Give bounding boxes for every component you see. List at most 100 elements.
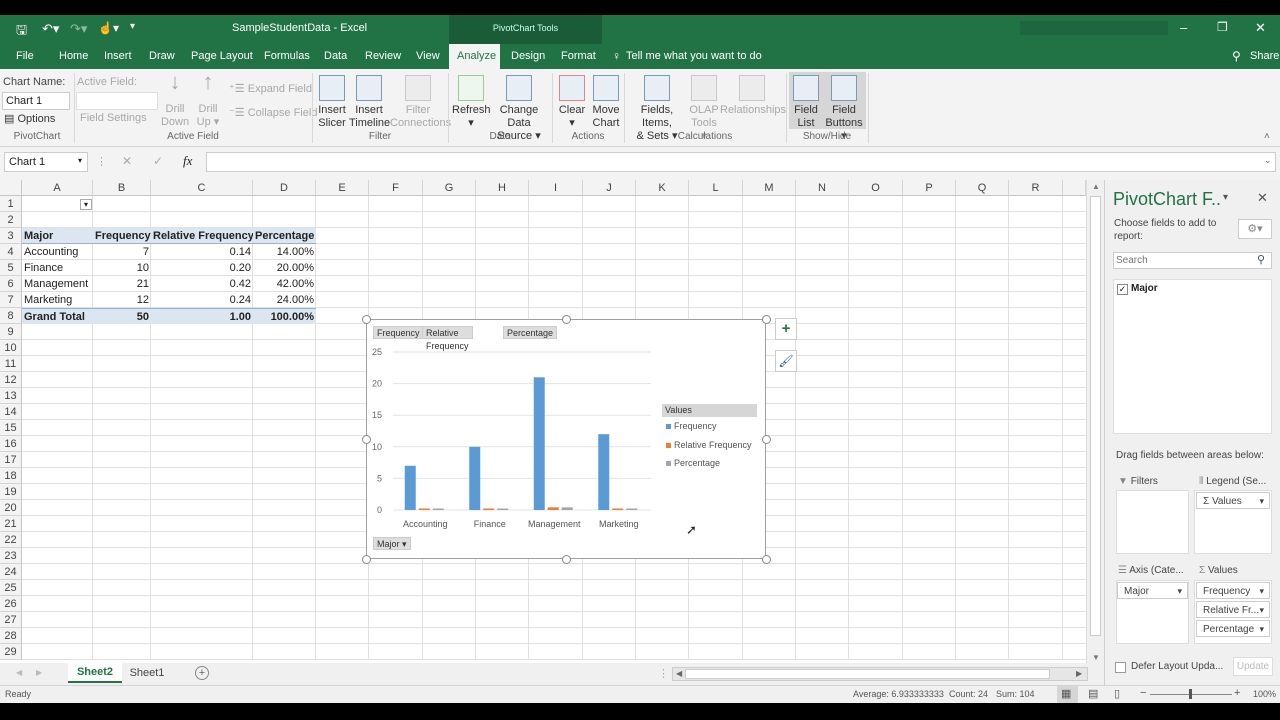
- status-average[interactable]: Average: 6.933333333: [853, 689, 944, 699]
- tab-format[interactable]: Format: [553, 44, 604, 69]
- resize-handle[interactable]: [562, 315, 571, 324]
- row-header-23[interactable]: 23: [0, 548, 22, 564]
- pivot-cell[interactable]: 24.00%: [253, 292, 316, 308]
- cancel-icon[interactable]: ✕: [122, 154, 132, 168]
- column-header-O[interactable]: O: [849, 180, 903, 196]
- legend-item-values[interactable]: Σ Values: [1196, 492, 1270, 510]
- column-header-P[interactable]: P: [903, 180, 956, 196]
- resize-handle[interactable]: [362, 315, 371, 324]
- share-button[interactable]: Share: [1242, 44, 1280, 69]
- row-header-9[interactable]: 9: [0, 324, 22, 340]
- row-header-16[interactable]: 16: [0, 436, 22, 452]
- tell-me-search[interactable]: Tell me what you want to do: [618, 44, 770, 69]
- collapse-ribbon-icon[interactable]: ˄: [1264, 131, 1270, 142]
- clear-button[interactable]: Clear ▾: [556, 75, 588, 130]
- tab-split-grip-icon[interactable]: ⋮: [658, 667, 669, 680]
- row-header-27[interactable]: 27: [0, 612, 22, 628]
- column-header-I[interactable]: I: [529, 180, 583, 196]
- field-checkbox-major[interactable]: ✓: [1117, 284, 1128, 295]
- tab-review[interactable]: Review: [357, 44, 409, 69]
- minimize-icon[interactable]: –: [1180, 20, 1187, 35]
- row-header-22[interactable]: 22: [0, 532, 22, 548]
- search-icon[interactable]: ⚲: [1257, 253, 1265, 266]
- insert-function-icon[interactable]: fx: [183, 153, 192, 169]
- update-button[interactable]: Update: [1233, 657, 1273, 676]
- row-header-5[interactable]: 5: [0, 260, 22, 276]
- page-break-view-icon[interactable]: ▯: [1114, 687, 1120, 700]
- pane-close-icon[interactable]: ✕: [1257, 190, 1268, 206]
- pane-options-dropdown-icon[interactable]: ▾: [1223, 192, 1228, 203]
- tab-file[interactable]: File: [8, 44, 42, 69]
- column-header-N[interactable]: N: [796, 180, 849, 196]
- column-header-L[interactable]: L: [689, 180, 743, 196]
- formula-input[interactable]: [206, 152, 1276, 172]
- row-header-13[interactable]: 13: [0, 388, 22, 404]
- chart-name-input[interactable]: Chart 1: [2, 92, 70, 110]
- zoom-in-icon[interactable]: +: [1234, 687, 1240, 699]
- status-sum[interactable]: Sum: 104: [996, 689, 1035, 699]
- field-name-major[interactable]: Major: [1131, 283, 1158, 294]
- zoom-slider-thumb[interactable]: [1189, 689, 1192, 699]
- tab-page-layout[interactable]: Page Layout: [183, 44, 261, 69]
- zoom-level[interactable]: 100%: [1253, 689, 1276, 699]
- relationships-button[interactable]: Relationships: [720, 75, 786, 117]
- horizontal-scrollbar[interactable]: ◀ ▶: [672, 667, 1088, 681]
- redo-icon[interactable]: ↷▾: [70, 21, 87, 37]
- sheet-tab-sheet1[interactable]: Sheet1: [122, 663, 172, 683]
- pivot-cell[interactable]: Management: [22, 276, 93, 292]
- row-header-8[interactable]: 8: [0, 308, 22, 324]
- row-header-21[interactable]: 21: [0, 516, 22, 532]
- column-header-B[interactable]: B: [93, 180, 151, 196]
- row-header-29[interactable]: 29: [0, 644, 22, 660]
- vertical-scrollbar[interactable]: ▲ ▼: [1086, 180, 1104, 663]
- page-layout-view-icon[interactable]: ▤: [1088, 687, 1098, 700]
- drill-down-button[interactable]: ↓ Drill Down: [160, 71, 190, 129]
- pivot-cell[interactable]: 12: [93, 292, 151, 308]
- pivot-cell[interactable]: 14.00%: [253, 244, 316, 260]
- row-header-25[interactable]: 25: [0, 580, 22, 596]
- column-header-K[interactable]: K: [636, 180, 689, 196]
- expand-field-button[interactable]: ⁺☰ Expand Field: [229, 82, 312, 95]
- row-header-3[interactable]: 3: [0, 228, 22, 244]
- pivot-header-cell[interactable]: Percentage: [253, 228, 316, 244]
- resize-handle[interactable]: [762, 555, 771, 564]
- resize-handle[interactable]: [362, 555, 371, 564]
- row-header-12[interactable]: 12: [0, 372, 22, 388]
- row-header-10[interactable]: 10: [0, 340, 22, 356]
- axis-item-major[interactable]: Major: [1117, 582, 1188, 600]
- chart-elements-button[interactable]: +: [775, 318, 797, 340]
- vertical-scroll-thumb[interactable]: [1090, 196, 1101, 636]
- field-search-input[interactable]: [1113, 252, 1272, 269]
- pivot-header-cell[interactable]: Relative Frequency: [151, 228, 253, 244]
- customize-qat-icon[interactable]: ▾: [130, 21, 135, 32]
- pivot-cell[interactable]: Finance: [22, 260, 93, 276]
- horizontal-scroll-thumb[interactable]: [685, 669, 1050, 679]
- pivot-header-cell[interactable]: Major: [22, 228, 93, 244]
- pivot-chart[interactable]: Frequency Relative Frequency Percentage 0 5…: [366, 319, 766, 559]
- zoom-out-icon[interactable]: −: [1140, 687, 1146, 699]
- pivot-cell[interactable]: Accounting: [22, 244, 93, 260]
- resize-handle[interactable]: [762, 435, 771, 444]
- row-header-14[interactable]: 14: [0, 404, 22, 420]
- tab-data[interactable]: Data: [316, 44, 355, 69]
- legend-title[interactable]: Values: [662, 404, 757, 417]
- status-count[interactable]: Count: 24: [949, 689, 988, 699]
- pivot-cell[interactable]: 20.00%: [253, 260, 316, 276]
- name-box[interactable]: Chart 1 ▾: [4, 152, 88, 172]
- row-header-26[interactable]: 26: [0, 596, 22, 612]
- active-field-input[interactable]: [76, 92, 158, 110]
- row-header-28[interactable]: 28: [0, 628, 22, 644]
- scroll-up-icon[interactable]: ▲: [1092, 182, 1100, 191]
- row-header-6[interactable]: 6: [0, 276, 22, 292]
- scroll-down-icon[interactable]: ▼: [1092, 653, 1100, 662]
- enter-check-icon[interactable]: ✓: [153, 154, 163, 168]
- chart-styles-button[interactable]: 🖌: [775, 350, 797, 372]
- pivot-cell[interactable]: 7: [93, 244, 151, 260]
- row-header-24[interactable]: 24: [0, 564, 22, 580]
- column-header-E[interactable]: E: [316, 180, 369, 196]
- touch-mode-icon[interactable]: ☝▾: [98, 21, 119, 35]
- refresh-button[interactable]: Refresh ▾: [452, 75, 491, 130]
- filters-area[interactable]: [1116, 490, 1189, 554]
- undo-icon[interactable]: ↶▾: [42, 21, 59, 37]
- pivot-cell[interactable]: 42.00%: [253, 276, 316, 292]
